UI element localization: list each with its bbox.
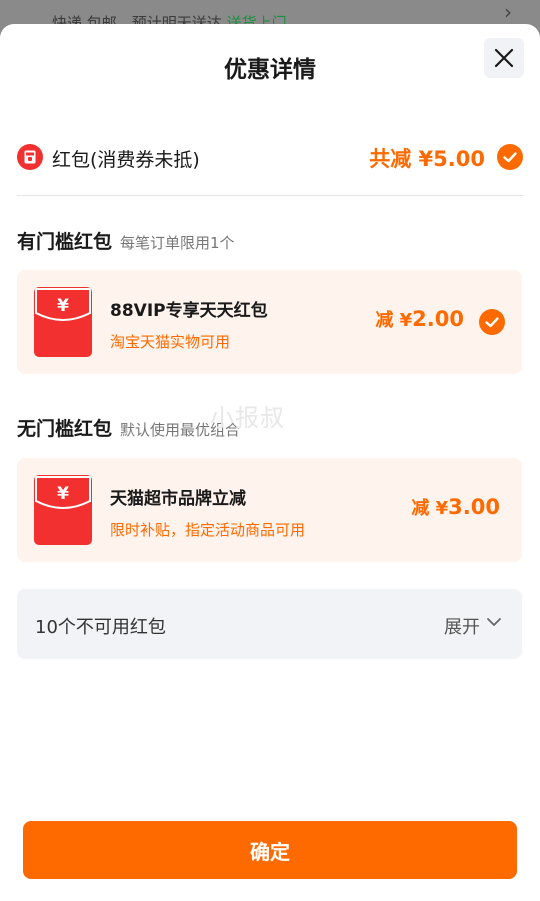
svg-text:¥: ¥ — [57, 484, 69, 504]
summary-label: 红包(消费券未抵) — [52, 149, 200, 171]
red-packet-summary: 红包(消费券未抵) 共减 ¥5.00 — [17, 142, 523, 172]
check-circle-icon[interactable] — [479, 309, 505, 335]
red-envelope-icon: ¥ — [34, 287, 92, 357]
card-name: 88VIP专享天天红包 — [110, 301, 268, 321]
section-subtitle: 每笔订单限用1个 — [120, 234, 235, 252]
chevron-right-icon: › — [504, 0, 512, 24]
card-description: 限时补贴，指定活动商品可用 — [110, 521, 306, 539]
chevron-down-icon — [487, 618, 501, 626]
no-threshold-section-header: 无门槛红包 默认使用最优组合 — [17, 414, 240, 441]
discount-details-sheet: 优惠详情 红包(消费券未抵) 共减 ¥5.00 有门槛红包 每笔订单限用1个 ¥ … — [0, 24, 540, 901]
card-amount: 减 ¥2.00 — [375, 307, 464, 331]
card-name: 天猫超市品牌立减 — [110, 489, 246, 509]
section-title: 有门槛红包 — [17, 231, 113, 253]
check-circle-icon[interactable] — [497, 144, 523, 170]
red-packet-card-88vip[interactable]: ¥ 88VIP专享天天红包 淘宝天猫实物可用 减 ¥2.00 — [17, 270, 522, 374]
section-title: 无门槛红包 — [17, 418, 113, 440]
svg-text:¥: ¥ — [57, 296, 69, 316]
red-packet-card-tmall-supermarket[interactable]: ¥ 天猫超市品牌立减 限时补贴，指定活动商品可用 减 ¥3.00 — [17, 458, 522, 562]
close-icon — [494, 48, 514, 68]
divider — [17, 195, 523, 196]
summary-total-amount: 共减 ¥5.00 — [369, 147, 485, 171]
expand-link[interactable]: 展开 — [444, 613, 480, 639]
watermark: 小报叔 — [210, 404, 285, 432]
red-packet-icon — [17, 144, 43, 170]
sheet-title: 优惠详情 — [224, 57, 316, 83]
close-button[interactable] — [484, 38, 524, 78]
card-amount: 减 ¥3.00 — [411, 495, 500, 519]
unavailable-red-packets-row[interactable]: 10个不可用红包 展开 — [17, 589, 522, 659]
card-description: 淘宝天猫实物可用 — [110, 333, 231, 351]
unavailable-count-label: 10个不可用红包 — [35, 617, 166, 638]
confirm-button[interactable]: 确定 — [23, 821, 517, 879]
threshold-section-header: 有门槛红包 每笔订单限用1个 — [17, 227, 235, 254]
red-envelope-icon: ¥ — [34, 475, 92, 545]
